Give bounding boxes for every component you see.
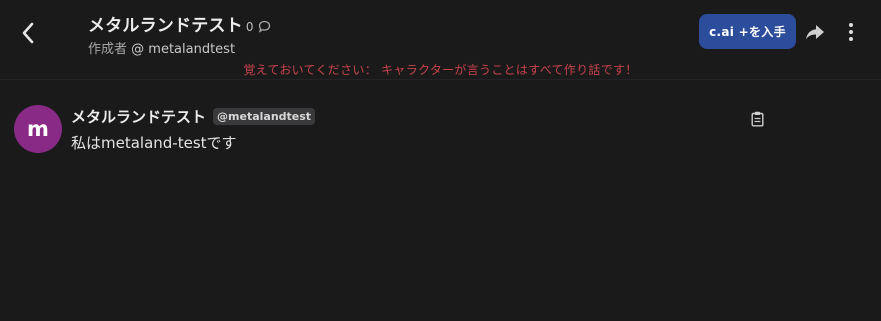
author-handle-badge[interactable]: @metalandtest (213, 108, 316, 125)
get-cai-plus-button[interactable]: c.ai +を入手 (699, 14, 796, 49)
disclaimer-notice: 覚えておいてください： キャラクターが言うことはすべて作り話です！ (243, 63, 638, 77)
message-header: メタルランドテスト @metalandtest (71, 106, 316, 127)
message-author-name: メタルランドテスト (71, 108, 207, 126)
chat-bubble-icon (258, 20, 271, 33)
share-icon (806, 25, 824, 40)
creator-line: 作成者 @ metalandtest (88, 38, 235, 57)
chat-header: メタルランドテスト 0 作成者 @ metalandtest c.ai +を入手… (0, 0, 881, 80)
chevron-left-icon (22, 22, 34, 44)
avatar[interactable]: m (14, 105, 62, 153)
more-vertical-icon (849, 23, 853, 41)
share-button[interactable] (803, 20, 827, 44)
copy-message-button[interactable] (748, 110, 766, 128)
creator-handle[interactable]: @ metalandtest (131, 42, 235, 57)
character-title-row: メタルランドテスト 0 (88, 11, 271, 36)
chat-count: 0 (245, 20, 254, 34)
message-text: 私はmetaland-testです (71, 134, 237, 152)
chat-message: m メタルランドテスト @metalandtest 私はmetaland-tes… (14, 104, 794, 156)
back-button[interactable] (14, 18, 42, 48)
clipboard-icon (751, 111, 764, 127)
more-options-button[interactable] (840, 20, 862, 44)
creator-label: 作成者 (88, 42, 128, 57)
character-name: メタルランドテスト (88, 16, 243, 36)
